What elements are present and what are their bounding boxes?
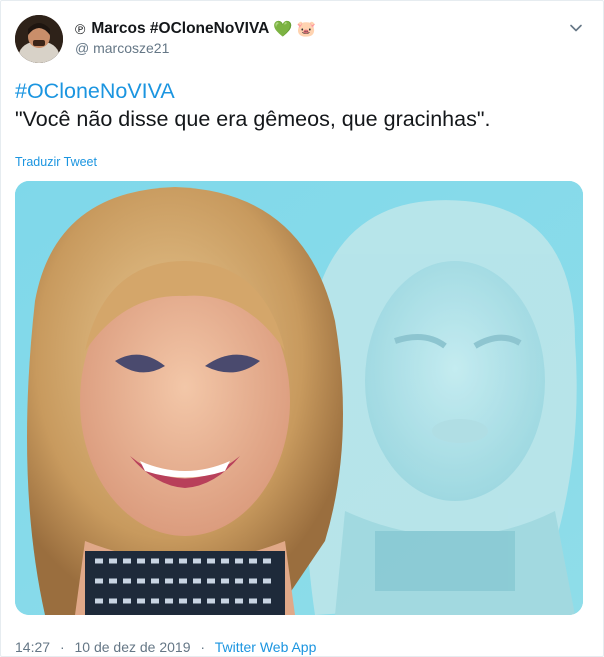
tweet-time[interactable]: 14:27	[15, 639, 50, 655]
author-display-name[interactable]: ℗ Marcos #OCloneNoVIVA 💚 🐷	[75, 19, 316, 39]
tweet-body: "Você não disse que era gêmeos, que grac…	[15, 107, 491, 131]
tweet-media-image[interactable]	[15, 181, 583, 615]
avatar[interactable]	[15, 15, 63, 63]
author-symbol: ℗	[75, 21, 86, 37]
green-heart-emoji: 💚	[273, 20, 293, 38]
smiling-woman-figure	[27, 187, 343, 615]
translate-tweet-link[interactable]: Traduzir Tweet	[15, 155, 97, 169]
tweet-source-link[interactable]: Twitter Web App	[215, 639, 317, 655]
tweet-text: #OCloneNoVIVA "Você não disse que era gê…	[15, 77, 585, 133]
ghost-twin-figure	[305, 200, 577, 615]
avatar-image	[15, 15, 63, 63]
separator: ·	[59, 639, 65, 655]
chevron-down-icon[interactable]	[569, 21, 583, 35]
separator: ·	[200, 639, 206, 655]
tweet-date[interactable]: 10 de dez de 2019	[75, 639, 191, 655]
pig-emoji: 🐷	[296, 20, 316, 38]
tweet-card: ℗ Marcos #OCloneNoVIVA 💚 🐷 @ marcosze21 …	[0, 0, 604, 657]
author-screen-name[interactable]: @ marcosze21	[75, 40, 169, 56]
tweet-footer: 14:27 · 10 de dez de 2019 · Twitter Web …	[15, 639, 316, 655]
hashtag-link[interactable]: #OCloneNoVIVA	[15, 77, 585, 105]
author-name: Marcos #OCloneNoVIVA	[91, 20, 270, 37]
